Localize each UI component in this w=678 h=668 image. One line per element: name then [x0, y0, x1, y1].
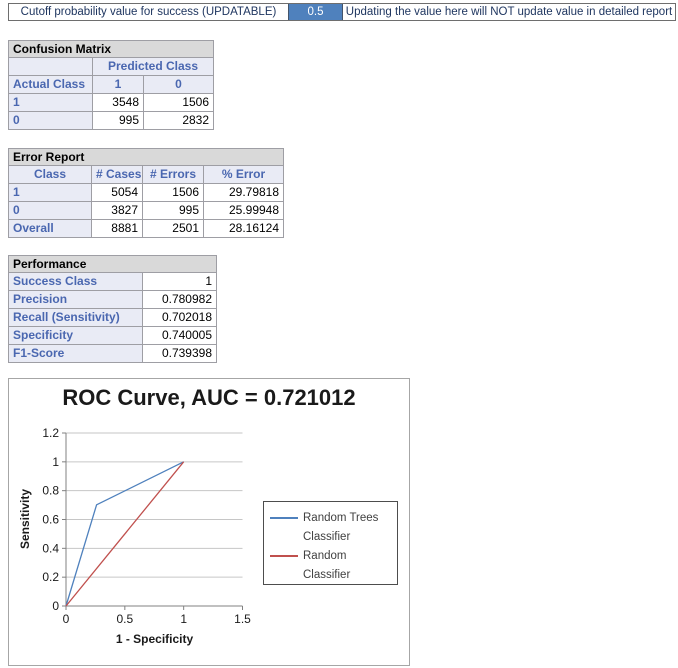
table-row: Error Report [9, 149, 284, 166]
table-row: 1 5054 1506 29.79818 [9, 184, 284, 202]
legend-line-sample-red [270, 555, 298, 557]
perf-value-precision: 0.780982 [143, 291, 217, 309]
legend-line-sample-blue [270, 517, 298, 519]
table-row: Actual Class 1 0 [9, 76, 214, 94]
predicted-col-0: 0 [144, 76, 214, 94]
perf-value-f1-score: 0.739398 [143, 345, 217, 363]
cutoff-label: Cutoff probability value for success (UP… [9, 4, 288, 20]
table-row: Precision 0.780982 [9, 291, 217, 309]
y-tick-label: 0.6 [42, 513, 59, 527]
y-tick-label: 1.2 [42, 426, 59, 440]
er-cell: 995 [143, 202, 204, 220]
er-cell: 5054 [92, 184, 143, 202]
chart-title: ROC Curve, AUC = 0.721012 [9, 385, 409, 411]
table-row: Recall (Sensitivity) 0.702018 [9, 309, 217, 327]
table-row: Specificity 0.740005 [9, 327, 217, 345]
legend-label: Random Classifier [303, 547, 395, 585]
legend-entry: Random Classifier [270, 547, 395, 585]
er-cell: 29.79818 [204, 184, 284, 202]
table-row: 0 995 2832 [9, 112, 214, 130]
series-line-1 [66, 462, 184, 606]
chart-legend: Random Trees Classifier Random Classifie… [263, 501, 398, 585]
legend-label: Random Trees Classifier [303, 509, 395, 547]
perf-label-precision: Precision [9, 291, 143, 309]
performance-title: Performance [9, 256, 217, 273]
error-report-title: Error Report [9, 149, 284, 166]
table-row: Performance [9, 256, 217, 273]
x-axis-label: 1 - Specificity [66, 632, 243, 646]
x-tick-label: 0 [63, 612, 70, 626]
cm-cell-tp: 3548 [93, 94, 144, 112]
y-tick-label: 0.8 [42, 484, 59, 498]
table-row: 0 3827 995 25.99948 [9, 202, 284, 220]
er-row-label: Overall [9, 220, 92, 238]
x-tick-label: 1 [180, 612, 187, 626]
table-row: Class # Cases # Errors % Error [9, 166, 284, 184]
perf-value-specificity: 0.740005 [143, 327, 217, 345]
confusion-matrix-table: Confusion Matrix Predicted Class Actual … [8, 40, 214, 130]
col-header-errors: # Errors [143, 166, 204, 184]
actual-row-label: 0 [9, 112, 93, 130]
er-row-label: 1 [9, 184, 92, 202]
cm-cell-fp: 995 [93, 112, 144, 130]
er-cell: 2501 [143, 220, 204, 238]
series-line-0 [66, 462, 184, 606]
col-header-class: Class [9, 166, 92, 184]
cutoff-note: Updating the value here will NOT update … [343, 4, 675, 20]
er-cell: 28.16124 [204, 220, 284, 238]
perf-value-success-class: 1 [143, 273, 217, 291]
table-row: Success Class 1 [9, 273, 217, 291]
x-tick-label: 1.5 [234, 612, 251, 626]
legend-entry: Random Trees Classifier [270, 509, 395, 547]
perf-label-recall: Recall (Sensitivity) [9, 309, 143, 327]
er-cell: 1506 [143, 184, 204, 202]
perf-label-f1-score: F1-Score [9, 345, 143, 363]
predicted-col-1: 1 [93, 76, 144, 94]
er-cell: 8881 [92, 220, 143, 238]
table-row: Predicted Class [9, 58, 214, 76]
y-axis-label: Sensitivity [18, 489, 32, 549]
y-tick-label: 1 [52, 455, 59, 469]
table-row: Confusion Matrix [9, 41, 214, 58]
roc-chart: 0 0.2 0.4 0.6 0.8 1 1.2 0 0.5 1 1.5 ROC Curve, AUC… [8, 378, 410, 666]
er-cell: 25.99948 [204, 202, 284, 220]
y-tick-label: 0.2 [42, 570, 59, 584]
table-row: Overall 8881 2501 28.16124 [9, 220, 284, 238]
cutoff-value-input[interactable]: 0.5 [288, 4, 343, 20]
col-header-cases: # Cases [92, 166, 143, 184]
col-header-pct-error: % Error [204, 166, 284, 184]
cm-cell-fn: 1506 [144, 94, 214, 112]
er-cell: 3827 [92, 202, 143, 220]
y-tick-label: 0.4 [42, 541, 59, 555]
error-report-table: Error Report Class # Cases # Errors % Er… [8, 148, 284, 238]
table-row: F1-Score 0.739398 [9, 345, 217, 363]
actual-row-label: 1 [9, 94, 93, 112]
predicted-class-header: Predicted Class [93, 58, 214, 76]
cm-cell-tn: 2832 [144, 112, 214, 130]
perf-value-recall: 0.702018 [143, 309, 217, 327]
x-tick-label: 0.5 [116, 612, 133, 626]
perf-label-success-class: Success Class [9, 273, 143, 291]
perf-label-specificity: Specificity [9, 327, 143, 345]
y-tick-label: 0 [52, 599, 59, 613]
performance-table: Performance Success Class 1 Precision 0.… [8, 255, 217, 363]
confusion-matrix-title: Confusion Matrix [9, 41, 214, 58]
table-row: 1 3548 1506 [9, 94, 214, 112]
cutoff-bar: Cutoff probability value for success (UP… [8, 3, 676, 21]
actual-class-header: Actual Class [9, 76, 93, 94]
er-row-label: 0 [9, 202, 92, 220]
empty-corner-cell [9, 58, 93, 76]
